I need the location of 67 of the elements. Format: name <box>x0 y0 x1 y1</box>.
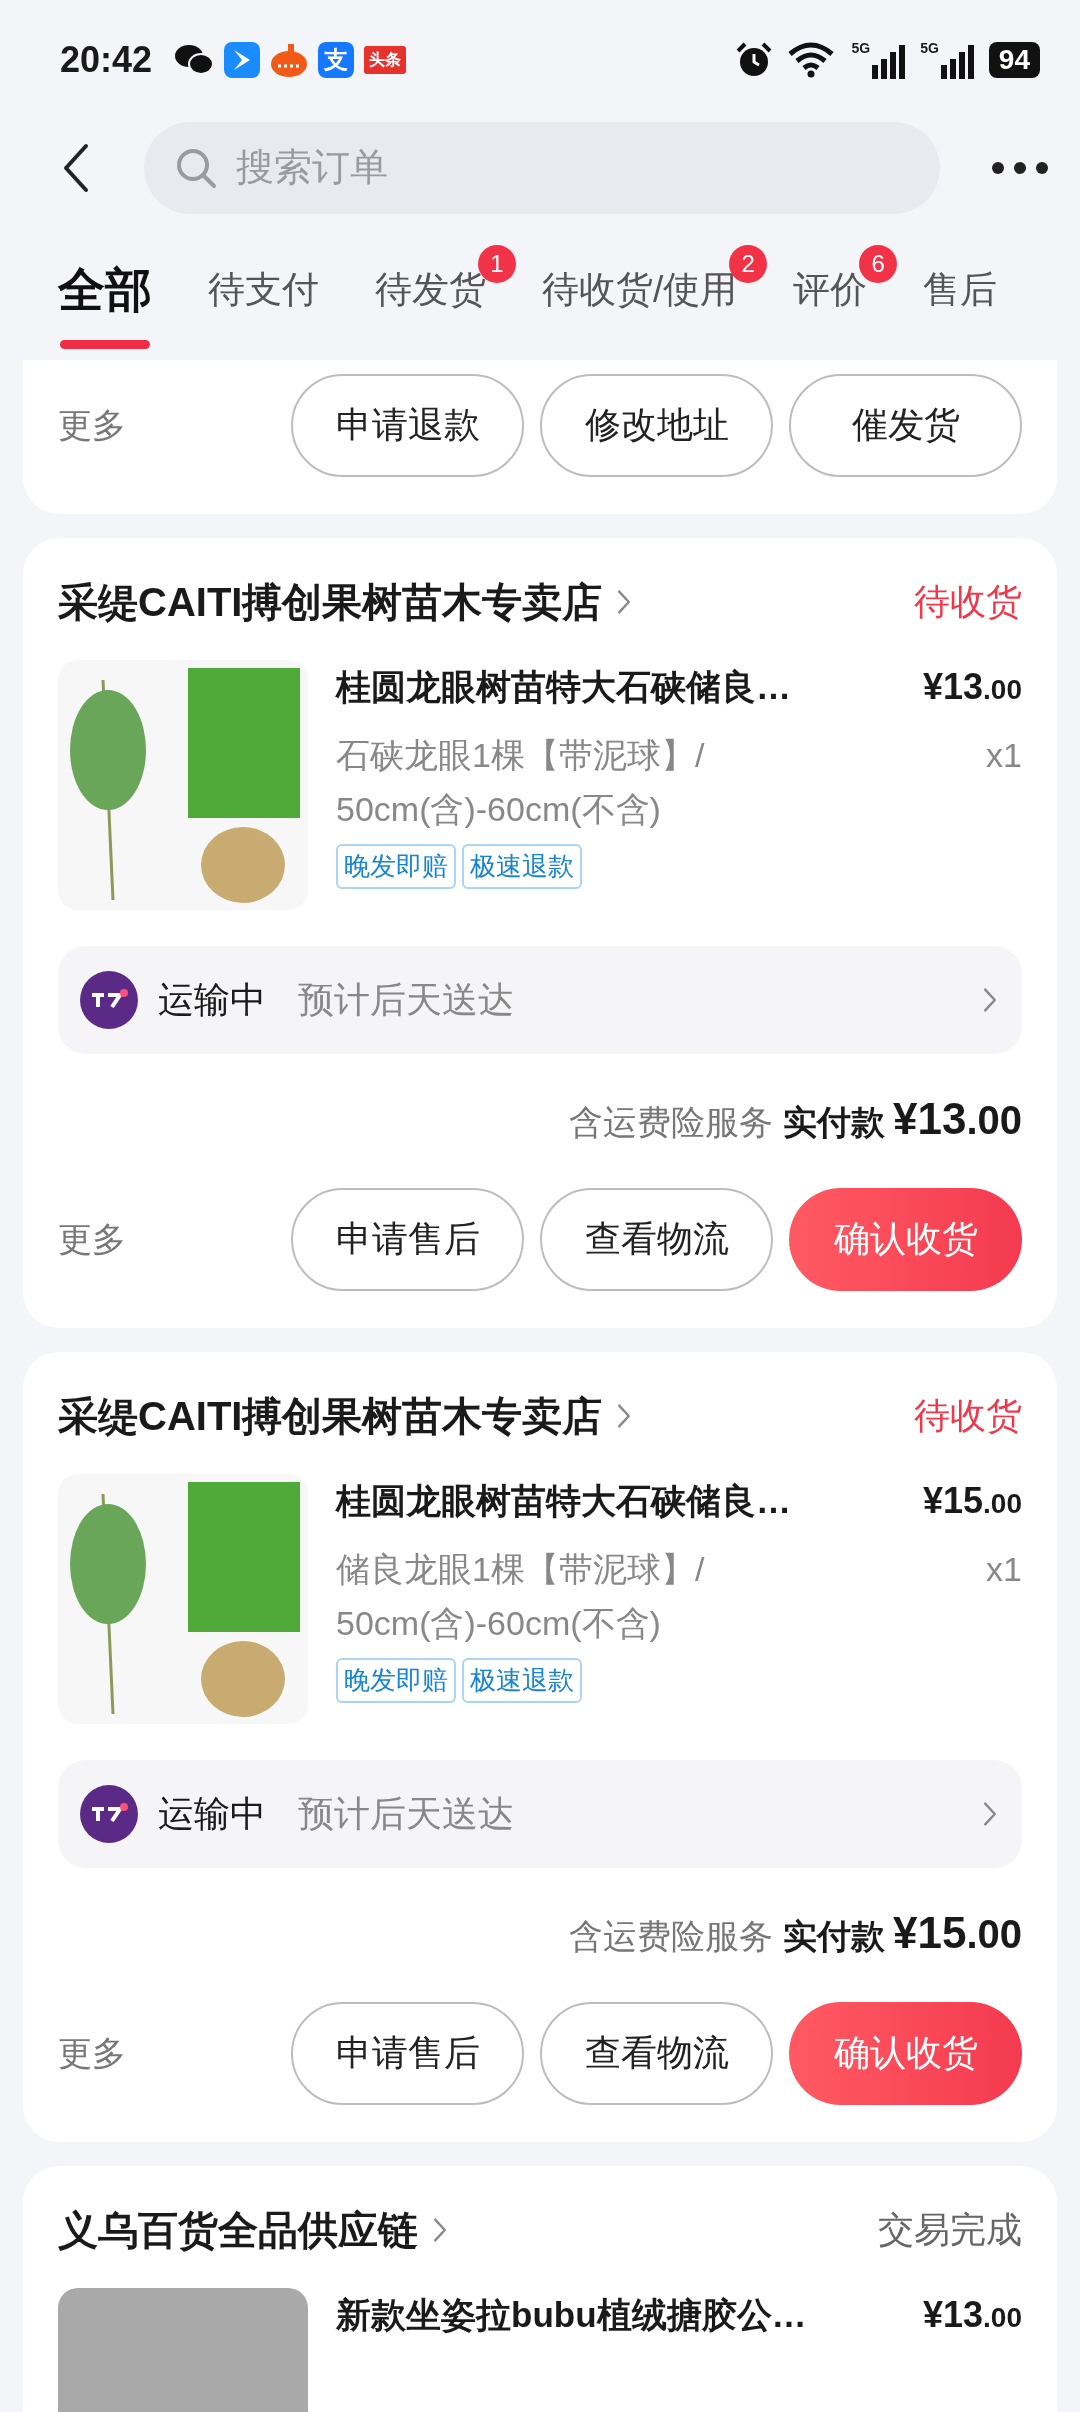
delivery-estimate: 预计后天送达 <box>298 977 514 1022</box>
insurance-note: 含运费险服务 <box>568 1916 773 1957</box>
store-name[interactable]: 义乌百货全品供应链 <box>58 2202 418 2258</box>
price: ¥15.00 <box>892 1908 1022 1958</box>
action-button[interactable]: 申请售后 <box>291 1188 524 1291</box>
search-input[interactable]: 搜索订单 <box>234 145 910 190</box>
paid-label: 实付款 <box>782 1916 885 1957</box>
network-type: 5G <box>920 41 939 55</box>
quantity: x1 <box>986 735 1022 776</box>
action-button[interactable]: 催发货 <box>789 374 1022 477</box>
alarm-icon <box>735 41 774 79</box>
shipping-status: 运输中 <box>158 977 266 1022</box>
price: ¥15.00 <box>923 1480 1022 1522</box>
app-icon <box>270 42 309 78</box>
network-type: 5G <box>851 41 871 55</box>
product-spec: 石硖龙眼1棵【带泥球】/ 50cm(含)-60cm(不含) <box>336 735 705 830</box>
product-title[interactable]: 桂圆龙眼树苗特大石硖储良… <box>336 1477 791 1525</box>
signal-icon <box>940 45 975 79</box>
chevron-right-icon <box>982 1800 998 1828</box>
store-name[interactable]: 采缇CAITI搏创果树苗木专卖店 <box>58 574 603 630</box>
more-link[interactable]: 更多 <box>58 1216 126 1263</box>
signal-icon <box>872 45 907 79</box>
product-title[interactable]: 新款坐姿拉bubu植绒搪胶公… <box>336 2291 807 2339</box>
shipping-status: 运输中 <box>158 1791 266 1836</box>
store-name[interactable]: 采缇CAITI搏创果树苗木专卖店 <box>58 1388 603 1444</box>
app-icon <box>224 42 261 78</box>
chevron-right-icon <box>616 1402 633 1430</box>
battery-level: 94 <box>988 42 1040 78</box>
action-button[interactable]: 申请退款 <box>291 374 524 477</box>
order-status: 待收货 <box>914 1393 1022 1438</box>
service-tag: 晚发即赔 <box>336 1658 456 1703</box>
action-button[interactable]: 申请售后 <box>291 2002 524 2105</box>
tab[interactable]: 待支付 <box>208 245 319 349</box>
action-button[interactable]: 修改地址 <box>540 374 773 477</box>
price: ¥13.00 <box>923 666 1022 708</box>
quantity: x1 <box>986 1549 1022 1590</box>
logistics-bar[interactable]: 运输中 预计后天送达 <box>58 1760 1022 1868</box>
search-field[interactable]: 搜索订单 <box>144 121 940 214</box>
tab[interactable]: 售后 <box>923 245 998 349</box>
price: ¥13.00 <box>923 2294 1022 2336</box>
action-button[interactable]: 查看物流 <box>540 1188 773 1291</box>
paid-label: 实付款 <box>782 1102 885 1143</box>
product-title[interactable]: 桂圆龙眼树苗特大石硖储良… <box>336 663 791 711</box>
order-status: 待收货 <box>914 579 1022 624</box>
courier-logo-icon <box>80 971 138 1029</box>
service-tag: 极速退款 <box>462 844 582 889</box>
logistics-bar[interactable]: 运输中 预计后天送达 <box>58 946 1022 1054</box>
price: ¥13.00 <box>892 1094 1022 1144</box>
delivery-estimate: 预计后天送达 <box>298 1791 514 1836</box>
chevron-right-icon <box>432 2216 448 2244</box>
service-tag: 极速退款 <box>462 1658 582 1703</box>
count-badge: 6 <box>859 245 898 283</box>
action-button[interactable]: 查看物流 <box>540 2002 773 2105</box>
product-spec: 储良龙眼1棵【带泥球】/ 50cm(含)-60cm(不含) <box>336 1549 705 1644</box>
service-tag: 晚发即赔 <box>336 844 456 889</box>
chevron-right-icon <box>982 986 998 1014</box>
tab[interactable]: 全部 <box>58 245 152 349</box>
app-icon: 头条 <box>364 46 407 74</box>
more-link[interactable]: 更多 <box>58 2030 126 2077</box>
clock: 20:42 <box>60 39 153 81</box>
tab[interactable]: 评价 6 <box>793 245 898 349</box>
more-link[interactable]: 更多 <box>58 402 126 449</box>
insurance-note: 含运费险服务 <box>568 1102 773 1143</box>
app-icon: 支 <box>318 42 355 78</box>
order-status: 交易完成 <box>878 2207 1022 2252</box>
chevron-right-icon <box>616 588 633 616</box>
courier-logo-icon <box>80 1785 138 1843</box>
